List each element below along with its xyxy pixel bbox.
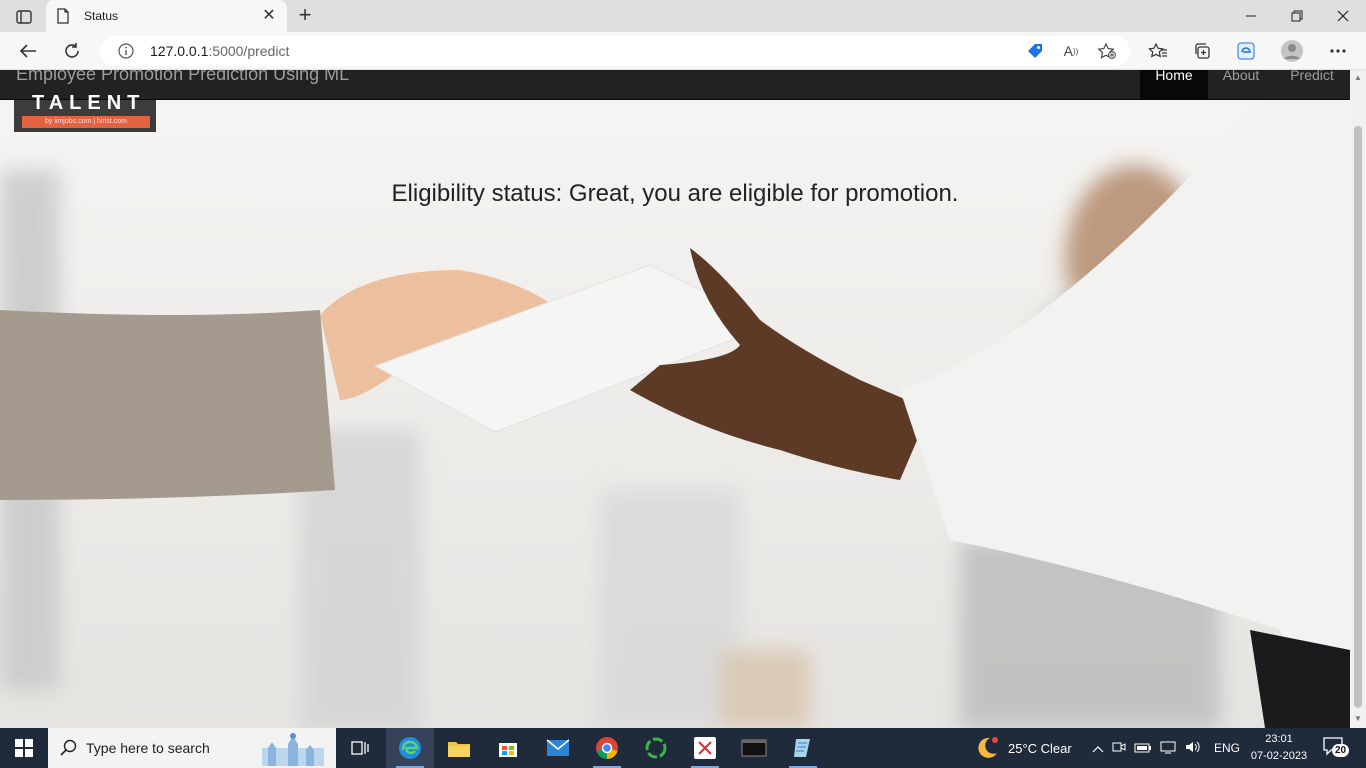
show-hidden-icons-chevron-icon[interactable]: [1092, 741, 1104, 756]
windows-taskbar: Type here to search 25°C Clear ENG 23:01…: [0, 728, 1366, 768]
nav-home[interactable]: Home: [1140, 70, 1208, 100]
favorites-icon[interactable]: [1144, 38, 1172, 64]
battery-icon[interactable]: [1134, 741, 1152, 756]
address-host: 127.0.0.1: [150, 43, 209, 59]
close-window-icon[interactable]: [1320, 0, 1366, 32]
network-icon[interactable]: [1160, 740, 1176, 757]
browser-toolbar: 127.0.0.1:5000/predict A)): [0, 32, 1366, 70]
new-tab-icon[interactable]: +: [294, 4, 316, 26]
taskbar-mail-icon[interactable]: [534, 728, 582, 768]
clock-date: 07-02-2023: [1250, 750, 1308, 762]
site-navbar: Employee Promotion Prediction Using ML H…: [0, 70, 1350, 100]
weather-widget[interactable]: 25°C Clear: [974, 728, 1072, 768]
search-highlight-illustration-icon: [262, 733, 324, 766]
taskbar-snipping-tool-icon[interactable]: [681, 728, 729, 768]
windows-start-icon[interactable]: [0, 728, 48, 768]
task-view-icon[interactable]: [336, 728, 384, 768]
logo-tagline: by iimjobs.com | hirist.com: [22, 116, 150, 128]
taskbar-sync-app-icon[interactable]: [632, 728, 680, 768]
browser-tab-bar: Status ✕ +: [0, 0, 1366, 32]
address-path: :5000/predict: [208, 43, 290, 59]
search-icon: [60, 739, 77, 756]
nav-predict[interactable]: Predict: [1274, 70, 1350, 100]
back-icon[interactable]: [14, 38, 42, 64]
close-tab-icon[interactable]: ✕: [261, 8, 277, 24]
logo-word: TALENT: [32, 92, 146, 114]
page-scrollbar[interactable]: ▲ ▼: [1350, 70, 1366, 728]
taskbar-store-icon[interactable]: [484, 728, 532, 768]
notification-center-icon[interactable]: 20: [1322, 736, 1350, 760]
scroll-up-icon[interactable]: ▲: [1353, 73, 1363, 83]
nav-about[interactable]: About: [1208, 70, 1274, 100]
address-bar[interactable]: 127.0.0.1:5000/predict A)): [100, 36, 1130, 66]
page-viewport: Employee Promotion Prediction Using ML H…: [0, 70, 1350, 728]
taskbar-search-placeholder: Type here to search: [86, 740, 210, 756]
tab-actions-icon[interactable]: [10, 6, 38, 28]
nav-home-label: Home: [1155, 70, 1193, 83]
collections-icon[interactable]: [1188, 38, 1216, 64]
minimize-icon[interactable]: [1228, 0, 1274, 32]
site-brand[interactable]: Employee Promotion Prediction Using ML: [16, 70, 349, 85]
taskbar-notepad-icon[interactable]: [779, 728, 827, 768]
talent-logo: TALENT by iimjobs.com | hirist.com: [14, 92, 156, 132]
meet-now-icon[interactable]: [1112, 741, 1126, 756]
taskbar-clock[interactable]: 23:01 07-02-2023: [1244, 731, 1314, 765]
more-menu-icon[interactable]: [1324, 38, 1352, 64]
scroll-down-icon[interactable]: ▼: [1353, 714, 1363, 724]
eligibility-status-message: Eligibility status: Great, you are eligi…: [391, 180, 959, 207]
taskbar-chrome-icon[interactable]: [583, 728, 631, 768]
site-info-icon[interactable]: [118, 43, 134, 59]
read-aloud-icon[interactable]: A)): [1060, 41, 1082, 61]
clock-time: 23:01: [1265, 733, 1293, 745]
system-tray-icons: ENG: [1092, 728, 1240, 768]
refresh-icon[interactable]: [58, 38, 86, 64]
weather-text: 25°C Clear: [1008, 740, 1072, 756]
nav-about-label: About: [1222, 70, 1260, 83]
profile-avatar-icon[interactable]: [1278, 38, 1306, 64]
tab-title: Status: [84, 9, 119, 23]
browser-tab[interactable]: Status ✕: [46, 0, 287, 32]
restore-icon[interactable]: [1274, 0, 1320, 32]
moon-icon: [978, 737, 998, 758]
volume-icon[interactable]: [1184, 740, 1202, 757]
page-icon: [57, 8, 69, 24]
coupon-tag-icon[interactable]: [1024, 41, 1046, 61]
taskbar-terminal-icon[interactable]: [730, 728, 778, 768]
edge-extension-icon[interactable]: [1232, 38, 1260, 64]
notification-count-badge: 20: [1332, 744, 1350, 757]
taskbar-search-box[interactable]: Type here to search: [48, 728, 336, 768]
taskbar-file-explorer-icon[interactable]: [435, 728, 483, 768]
scrollbar-thumb[interactable]: [1354, 126, 1362, 708]
taskbar-edge-icon[interactable]: [386, 728, 434, 768]
language-indicator[interactable]: ENG: [1214, 741, 1240, 755]
add-favorite-icon[interactable]: [1096, 41, 1118, 61]
background-image-handshake-envelope: [0, 70, 1350, 728]
nav-predict-label: Predict: [1290, 70, 1334, 83]
